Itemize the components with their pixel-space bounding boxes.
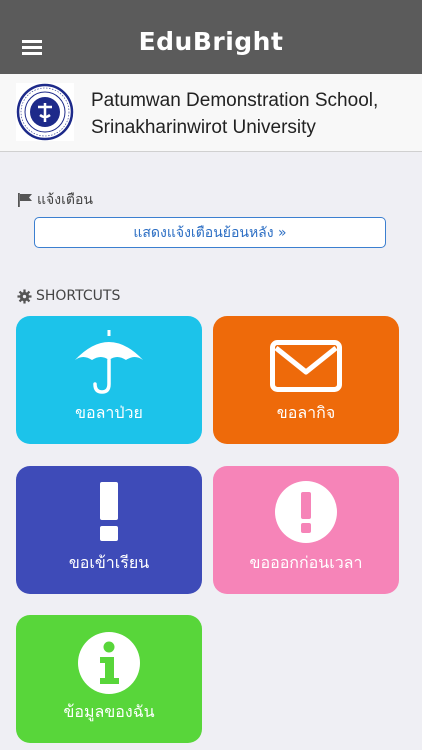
exclamation-circle-icon — [275, 481, 337, 543]
personal-leave-tile[interactable]: ขอลากิจ — [213, 316, 399, 444]
my-info-tile[interactable]: ข้อมูลของฉัน — [16, 615, 202, 743]
notification-history-button[interactable]: แสดงแจ้งเตือนย้อนหลัง » — [34, 217, 386, 248]
early-leave-label: ขอออกก่อนเวลา — [249, 553, 363, 572]
flag-icon — [18, 193, 32, 207]
class-entry-label: ขอเข้าเรียน — [68, 553, 150, 572]
app-title: EduBright — [138, 27, 284, 56]
envelope-icon — [270, 340, 342, 392]
class-entry-tile[interactable]: ขอเข้าเรียน — [16, 466, 202, 594]
shortcuts-label: SHORTCUTS — [36, 288, 121, 304]
my-info-label: ข้อมูลของฉัน — [63, 702, 155, 721]
notifications-label: แจ้งเตือน — [37, 192, 93, 208]
personal-leave-label: ขอลากิจ — [276, 403, 336, 422]
umbrella-icon — [75, 330, 143, 394]
sick-leave-tile[interactable]: ขอลาป่วย — [16, 316, 202, 444]
school-name-line1: Patumwan Demonstration School, — [91, 90, 379, 111]
school-logo-icon — [16, 83, 74, 141]
info-circle-icon — [78, 632, 140, 694]
school-header: Patumwan Demonstration School, Srinakhar… — [0, 74, 422, 152]
sick-leave-label: ขอลาป่วย — [75, 403, 143, 422]
school-name-line2: Srinakharinwirot University — [91, 117, 316, 138]
top-nav-bar: EduBright — [0, 0, 422, 74]
gear-icon — [17, 288, 32, 304]
shortcuts-header: SHORTCUTS — [17, 288, 120, 304]
notifications-header: แจ้งเตือน — [17, 189, 93, 211]
early-leave-tile[interactable]: ขอออกก่อนเวลา — [213, 466, 399, 594]
exclamation-icon — [100, 482, 118, 541]
school-name: Patumwan Demonstration School, Srinakhar… — [91, 87, 416, 141]
